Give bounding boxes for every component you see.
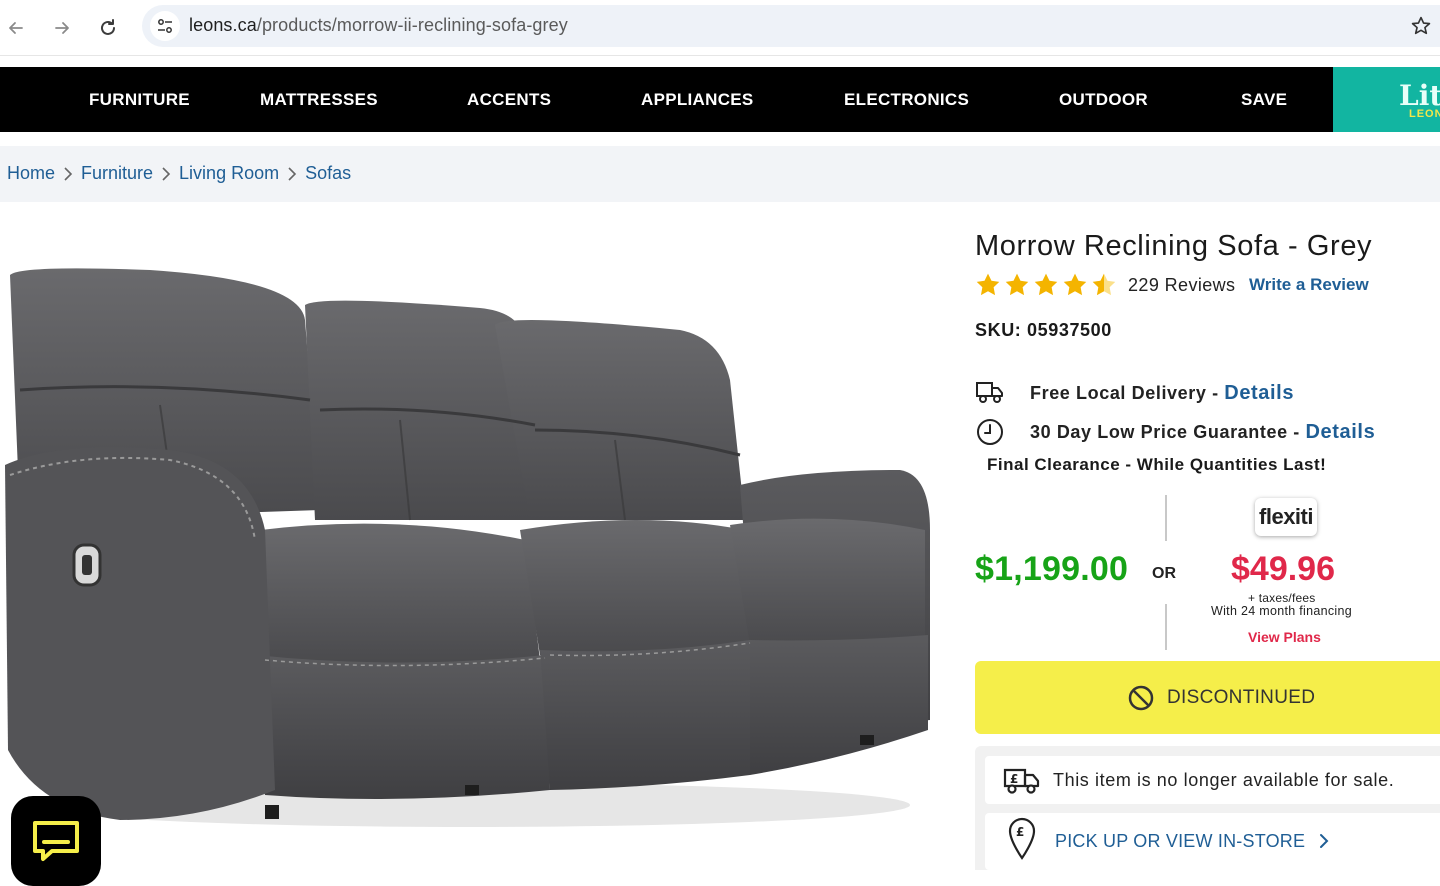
financing-price: $49.96 bbox=[1231, 550, 1335, 588]
star-full-icon bbox=[1005, 273, 1029, 296]
breadcrumb: Home Furniture Living Room Sofas bbox=[7, 163, 351, 184]
delivery-details-link[interactable]: Details bbox=[1224, 382, 1294, 404]
delivery-truck-icon bbox=[975, 377, 1005, 407]
url-path: /products/morrow-ii-reclining-sofa-grey bbox=[256, 15, 568, 35]
star-full-icon bbox=[1063, 273, 1087, 296]
discontinued-button[interactable]: DISCONTINUED bbox=[975, 661, 1440, 734]
price-guarantee-details-link[interactable]: Details bbox=[1306, 421, 1376, 443]
url-host: leons.ca bbox=[189, 15, 257, 35]
chat-launcher-button[interactable] bbox=[11, 796, 101, 886]
delivery-truck-icon: £ bbox=[1003, 761, 1041, 799]
browser-toolbar: leons.ca/products/morrow-ii-reclining-so… bbox=[0, 0, 1440, 56]
brand-promo-tile[interactable]: Litt LEON bbox=[1333, 67, 1440, 132]
nav-save[interactable]: SAVE bbox=[1241, 67, 1287, 132]
feature-price-guarantee-text: 30 Day Low Price Guarantee - bbox=[1030, 422, 1306, 442]
nav-accents[interactable]: ACCENTS bbox=[467, 67, 551, 132]
product-image[interactable] bbox=[0, 230, 935, 870]
breadcrumb-sofas[interactable]: Sofas bbox=[305, 163, 351, 184]
write-review-link[interactable]: Write a Review bbox=[1249, 275, 1369, 295]
nav-outdoor[interactable]: OUTDOOR bbox=[1059, 67, 1148, 132]
clock-icon bbox=[975, 417, 1005, 447]
feature-price-guarantee: 30 Day Low Price Guarantee - Details bbox=[1030, 421, 1375, 444]
feature-free-delivery: Free Local Delivery - Details bbox=[1030, 382, 1294, 405]
store-location-pin-icon: £ bbox=[1003, 817, 1041, 860]
back-arrow-icon[interactable] bbox=[0, 12, 32, 44]
nav-mattresses[interactable]: MATTRESSES bbox=[260, 67, 378, 132]
nav-electronics[interactable]: ELECTRONICS bbox=[844, 67, 969, 132]
url-text[interactable]: leons.ca/products/morrow-ii-reclining-so… bbox=[189, 15, 568, 36]
star-full-icon bbox=[1034, 273, 1058, 296]
nav-furniture[interactable]: FURNITURE bbox=[89, 67, 190, 132]
feature-free-delivery-text: Free Local Delivery - bbox=[1030, 383, 1225, 403]
availability-note: This item is no longer available for sal… bbox=[1053, 770, 1395, 790]
breadcrumb-bar: Home Furniture Living Room Sofas bbox=[0, 146, 1440, 202]
site-main-nav: FURNITURE MATTRESSES ACCENTS APPLIANCES … bbox=[0, 67, 1440, 132]
prohibited-icon bbox=[1128, 685, 1154, 710]
or-label: OR bbox=[1152, 565, 1176, 582]
brand-promo-subtext: LEON bbox=[1409, 108, 1440, 120]
product-title: Morrow Reclining Sofa - Grey bbox=[975, 230, 1373, 262]
star-full-icon bbox=[976, 273, 1000, 296]
flexiti-logo: flexiti bbox=[1255, 498, 1317, 536]
reviews-count-link[interactable]: 229 Reviews bbox=[1128, 275, 1235, 296]
pickup-in-store-link[interactable]: PICK UP OR VIEW IN-STORE bbox=[1055, 831, 1305, 852]
divider bbox=[1165, 604, 1167, 650]
product-sku: SKU: 05937500 bbox=[975, 320, 1112, 340]
address-bar[interactable]: leons.ca/products/morrow-ii-reclining-so… bbox=[142, 5, 1440, 47]
forward-arrow-icon[interactable] bbox=[46, 12, 78, 44]
chevron-right-icon bbox=[287, 166, 297, 182]
chevron-right-icon[interactable] bbox=[1318, 831, 1334, 851]
discontinued-label: DISCONTINUED bbox=[1167, 686, 1316, 708]
breadcrumb-home[interactable]: Home bbox=[7, 163, 55, 184]
financing-term-note: With 24 month financing bbox=[1211, 604, 1353, 618]
nav-appliances[interactable]: APPLIANCES bbox=[641, 67, 754, 132]
chat-bubble-icon bbox=[33, 821, 79, 861]
rating-stars[interactable] bbox=[975, 272, 1117, 298]
breadcrumb-living-room[interactable]: Living Room bbox=[179, 163, 279, 184]
view-plans-link[interactable]: View Plans bbox=[1248, 629, 1321, 645]
chevron-right-icon bbox=[161, 166, 171, 182]
reload-icon[interactable] bbox=[92, 12, 124, 44]
site-settings-icon[interactable] bbox=[150, 11, 180, 41]
financing-taxes-note: + taxes/fees bbox=[1248, 591, 1316, 605]
chevron-right-icon bbox=[63, 166, 73, 182]
divider bbox=[1165, 495, 1167, 541]
product-price: $1,199.00 bbox=[975, 550, 1129, 588]
bookmark-star-icon[interactable] bbox=[1408, 13, 1434, 39]
svg-text:£: £ bbox=[1010, 772, 1018, 786]
star-half-icon bbox=[1092, 273, 1116, 296]
breadcrumb-furniture[interactable]: Furniture bbox=[81, 163, 153, 184]
svg-text:£: £ bbox=[1016, 825, 1024, 839]
clearance-note: Final Clearance - While Quantities Last! bbox=[987, 455, 1327, 474]
